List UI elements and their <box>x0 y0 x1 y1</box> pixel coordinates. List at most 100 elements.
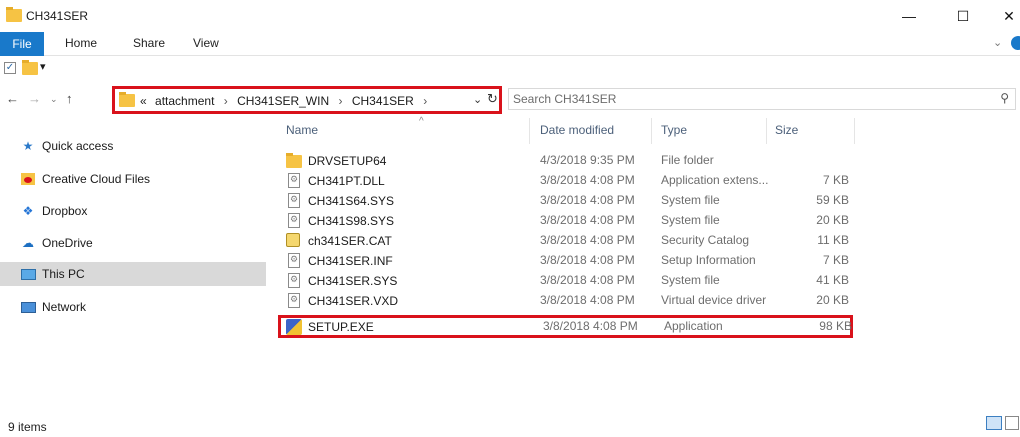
sidebar-item-quick-access[interactable]: ★ Quick access <box>0 134 266 158</box>
title-bar: CH341SER — ☐ ✕ <box>0 0 1020 32</box>
breadcrumb-ch341ser[interactable]: CH341SER <box>352 94 414 108</box>
sidebar-item-label: Creative Cloud Files <box>42 172 151 186</box>
file-name: CH341PT.DLL <box>308 174 385 188</box>
file-size: 7 KB <box>822 253 849 267</box>
column-divider[interactable] <box>651 118 652 144</box>
back-arrow-icon[interactable]: ← <box>6 91 19 106</box>
file-size: 98 KB <box>819 319 852 333</box>
breadcrumb-overflow[interactable]: « <box>140 94 147 108</box>
dropbox-icon: ❖ <box>22 204 34 218</box>
address-bar[interactable]: « attachment › CH341SER_WIN › CH341SER ›… <box>112 86 502 114</box>
star-icon: ★ <box>22 139 34 153</box>
minimize-button[interactable]: — <box>886 0 932 32</box>
address-row: ← → ⌄ ↑ « attachment › CH341SER_WIN › CH… <box>0 86 1020 114</box>
file-name: ch341SER.CAT <box>308 234 392 248</box>
customize-toolbar-dropdown-icon[interactable]: ▾ <box>40 60 46 73</box>
maximize-button[interactable]: ☐ <box>940 0 986 32</box>
sort-ascending-icon: ^ <box>419 116 424 127</box>
column-header-name[interactable]: Name <box>286 118 318 144</box>
system-file-icon <box>286 193 302 209</box>
column-divider[interactable] <box>529 118 530 144</box>
breadcrumb-separator[interactable]: › <box>224 94 228 108</box>
table-row[interactable]: CH341S64.SYS 3/8/2018 4:08 PM System fil… <box>276 190 876 210</box>
column-header-date-modified[interactable]: Date modified <box>540 118 614 144</box>
sidebar-item-label: Dropbox <box>42 204 88 218</box>
large-icons-view-icon[interactable] <box>1005 416 1019 430</box>
column-header-type[interactable]: Type <box>661 118 687 144</box>
sidebar-item-dropbox[interactable]: ❖ Dropbox <box>0 199 266 223</box>
expand-ribbon-chevron-icon[interactable]: ⌄ <box>993 36 1002 49</box>
setup-info-icon <box>286 253 302 269</box>
recent-locations-chevron-icon[interactable]: ⌄ <box>50 94 58 105</box>
tab-share[interactable]: Share <box>133 36 165 50</box>
address-dropdown-chevron-icon[interactable]: ⌄ <box>473 93 482 106</box>
table-row[interactable]: DRVSETUP64 4/3/2018 9:35 PM File folder <box>276 150 876 170</box>
column-divider[interactable] <box>854 118 855 144</box>
catalog-icon <box>286 233 302 249</box>
sidebar-item-network[interactable]: Network <box>0 295 266 319</box>
breadcrumb-separator[interactable]: › <box>338 94 342 108</box>
file-size: 59 KB <box>816 193 849 207</box>
creative-cloud-icon <box>20 171 36 187</box>
sidebar-item-label: This PC <box>42 267 85 281</box>
file-type: Setup Information <box>661 253 756 267</box>
system-file-icon <box>286 173 302 189</box>
file-type: File folder <box>661 153 714 167</box>
sidebar-item-creative-cloud-files[interactable]: Creative Cloud Files <box>0 167 266 191</box>
file-name: DRVSETUP64 <box>308 154 387 168</box>
breadcrumb-ch341ser-win[interactable]: CH341SER_WIN <box>237 94 329 108</box>
breadcrumb-attachment[interactable]: attachment <box>155 94 214 108</box>
properties-check-icon[interactable]: ✓ <box>4 62 16 74</box>
file-type: System file <box>661 193 720 207</box>
table-row[interactable]: CH341PT.DLL 3/8/2018 4:08 PM Application… <box>276 170 876 190</box>
sidebar-item-onedrive[interactable]: ☁ OneDrive <box>0 231 266 255</box>
table-row[interactable]: CH341SER.VXD 3/8/2018 4:08 PM Virtual de… <box>276 290 876 310</box>
table-row[interactable]: ch341SER.CAT 3/8/2018 4:08 PM Security C… <box>276 230 876 250</box>
onedrive-icon: ☁ <box>22 236 34 250</box>
file-name: CH341SER.SYS <box>308 274 398 288</box>
table-row-highlighted[interactable]: SETUP.EXE 3/8/2018 4:08 PM Application 9… <box>278 315 853 338</box>
forward-arrow-icon[interactable]: → <box>28 91 41 106</box>
file-date: 4/3/2018 9:35 PM <box>540 153 635 167</box>
search-icon[interactable]: ⚲ <box>1000 91 1009 105</box>
table-row[interactable]: CH341S98.SYS 3/8/2018 4:08 PM System fil… <box>276 210 876 230</box>
ribbon-tabs: File Home Share View ⌄ <box>0 32 1020 56</box>
column-header-size[interactable]: Size <box>775 118 798 144</box>
system-file-icon <box>286 213 302 229</box>
file-size: 11 KB <box>817 233 849 247</box>
file-type: Security Catalog <box>661 233 750 247</box>
quick-access-toolbar: ✓ ▾ <box>0 57 1020 81</box>
network-icon <box>20 299 36 315</box>
tab-home[interactable]: Home <box>65 36 97 50</box>
details-view-icon[interactable] <box>986 416 1002 430</box>
help-icon[interactable] <box>1011 36 1020 50</box>
folder-icon <box>286 153 302 169</box>
breadcrumb-separator[interactable]: › <box>423 94 427 108</box>
refresh-icon[interactable]: ↻ <box>487 91 498 107</box>
file-size: 20 KB <box>816 293 849 307</box>
file-date: 3/8/2018 4:08 PM <box>540 193 635 207</box>
table-row[interactable]: CH341SER.SYS 3/8/2018 4:08 PM System fil… <box>276 270 876 290</box>
tab-file[interactable]: File <box>0 32 44 56</box>
file-date: 3/8/2018 4:08 PM <box>540 273 635 287</box>
close-button[interactable]: ✕ <box>986 0 1020 32</box>
folder-icon <box>119 92 135 107</box>
sidebar-item-label: Network <box>42 300 87 314</box>
up-arrow-icon[interactable]: ↑ <box>66 91 73 106</box>
system-file-icon <box>286 273 302 289</box>
setup-exe-icon <box>286 319 302 335</box>
close-icon: ✕ <box>1003 7 1015 24</box>
file-name: SETUP.EXE <box>308 320 374 334</box>
search-box[interactable]: ⚲ <box>508 88 1016 110</box>
sidebar-item-this-pc[interactable]: This PC <box>0 262 266 286</box>
column-divider[interactable] <box>766 118 767 144</box>
search-input[interactable] <box>509 89 979 109</box>
status-item-count: 9 items <box>8 420 47 434</box>
file-date: 3/8/2018 4:08 PM <box>540 233 635 247</box>
table-row[interactable]: CH341SER.INF 3/8/2018 4:08 PM Setup Info… <box>276 250 876 270</box>
new-folder-icon[interactable] <box>22 60 38 75</box>
tab-view[interactable]: View <box>193 36 219 50</box>
minimize-icon: — <box>902 8 916 24</box>
file-date: 3/8/2018 4:08 PM <box>540 173 635 187</box>
file-date: 3/8/2018 4:08 PM <box>540 213 635 227</box>
